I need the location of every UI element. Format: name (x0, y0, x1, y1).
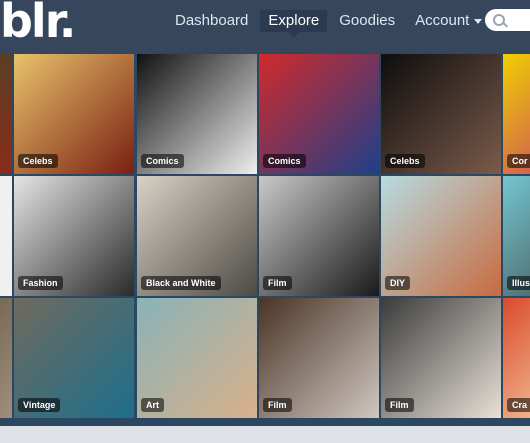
tile-category-label: Film (263, 276, 292, 290)
explore-grid: Celebs Comics Comics Celebs Cor Fashion Black … (0, 54, 530, 426)
nav-account-label: Account (415, 12, 470, 29)
explore-tile[interactable]: DIY (381, 176, 501, 296)
tile-category-label: Cra (507, 398, 530, 412)
explore-tile[interactable]: Illus (503, 176, 530, 296)
tile-category-label: Illus (507, 276, 530, 290)
tile-category-label: Cor (507, 154, 530, 168)
explore-tile[interactable]: Cra (503, 298, 530, 418)
chevron-down-icon (474, 18, 483, 24)
site-logo[interactable]: blr. (0, 0, 76, 48)
search-icon (493, 14, 505, 26)
tile-category-label: Celebs (18, 154, 58, 168)
explore-tile[interactable]: Vintage (14, 298, 134, 418)
main-nav: Dashboard Explore Goodies Account (167, 10, 494, 38)
page-bottom-strip (0, 426, 530, 443)
tile-category-label: Film (263, 398, 292, 412)
tile-category-label: Celebs (385, 154, 425, 168)
tile-category-label: Art (141, 398, 164, 412)
explore-tile[interactable]: Film (259, 298, 379, 418)
explore-tile[interactable]: Art (137, 298, 257, 418)
nav-explore[interactable]: Explore (260, 10, 328, 38)
explore-tile[interactable]: Comics (259, 54, 379, 174)
nav-account[interactable]: Account (407, 10, 490, 32)
explore-tile[interactable]: Comics (137, 54, 257, 174)
explore-tile[interactable]: Cor (503, 54, 530, 174)
tile-category-label: Black and White (141, 276, 221, 290)
top-navigation-bar: blr. Dashboard Explore Goodies Account (0, 0, 530, 53)
explore-tile[interactable]: Black and White (137, 176, 257, 296)
tile-category-label: Comics (141, 154, 184, 168)
explore-tile[interactable]: Film (381, 298, 501, 418)
explore-tile[interactable]: Fashion (14, 176, 134, 296)
tile-category-label: DIY (385, 276, 411, 290)
tile-category-label: Comics (263, 154, 306, 168)
nav-dashboard[interactable]: Dashboard (167, 10, 256, 32)
explore-tile[interactable]: Celebs (381, 54, 501, 174)
explore-tile[interactable]: Celebs (14, 54, 134, 174)
explore-tile[interactable]: Film (259, 176, 379, 296)
explore-tile-partial[interactable] (0, 176, 12, 296)
explore-tile-partial[interactable] (0, 54, 12, 174)
search-input[interactable] (485, 9, 530, 31)
tile-category-label: Fashion (18, 276, 63, 290)
explore-tile-partial[interactable] (0, 298, 12, 418)
tile-category-label: Film (385, 398, 414, 412)
nav-goodies[interactable]: Goodies (331, 10, 403, 32)
tile-category-label: Vintage (18, 398, 61, 412)
